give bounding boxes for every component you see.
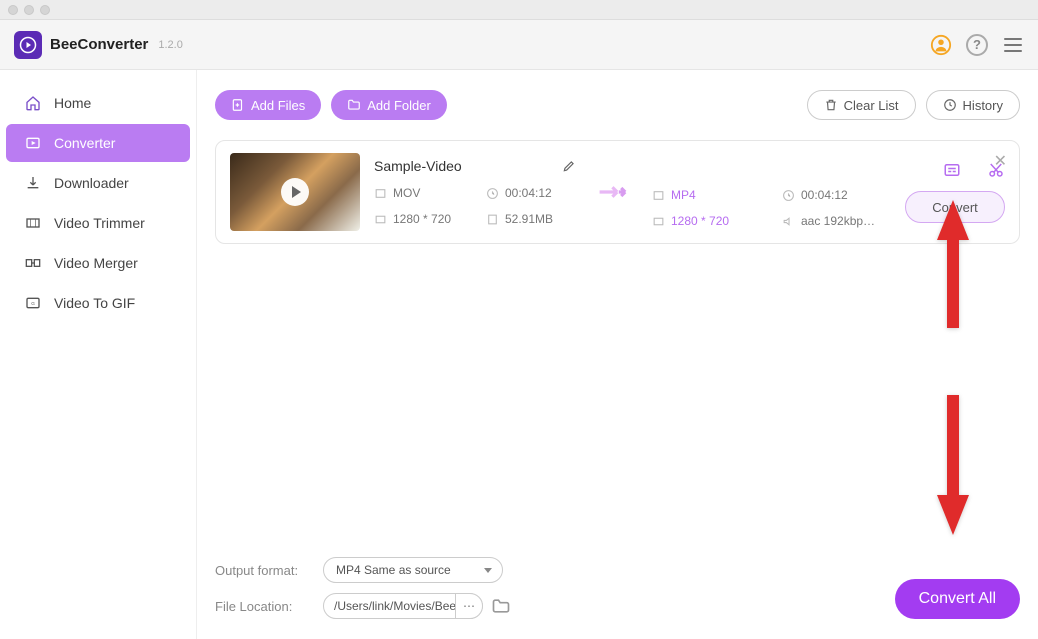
sidebar-item-label: Video Merger (54, 255, 138, 271)
target-format[interactable]: MP4 (671, 188, 696, 202)
user-icon[interactable] (930, 34, 952, 56)
target-resolution[interactable]: 1280 * 720 (671, 214, 729, 228)
audio-icon (782, 215, 795, 228)
file-name: Sample-Video (374, 158, 462, 174)
sidebar-item-label: Converter (54, 135, 115, 151)
main-content: Add Files Add Folder Clear List History (197, 70, 1038, 639)
home-icon (24, 94, 42, 112)
history-icon (943, 98, 957, 112)
target-audio: aac 192kbp… (801, 214, 875, 228)
conversion-arrow-icon (598, 182, 630, 202)
file-location-label: File Location: (215, 599, 305, 614)
video-thumbnail[interactable] (230, 153, 360, 231)
source-resolution: 1280 * 720 (393, 212, 451, 226)
sidebar-item-gif[interactable]: G Video To GIF (6, 284, 190, 322)
gif-icon: G (24, 294, 42, 312)
trimmer-icon (24, 214, 42, 232)
source-duration: 00:04:12 (505, 186, 552, 200)
subtitle-icon[interactable] (943, 161, 961, 179)
file-card: Sample-Video MOV 00:04:12 1280 * 720 52.… (215, 140, 1020, 244)
clear-list-label: Clear List (844, 98, 899, 113)
add-files-button[interactable]: Add Files (215, 90, 321, 120)
window-titlebar (0, 0, 1038, 20)
sidebar: Home Converter Downloader Video Trimmer … (0, 70, 197, 639)
sidebar-item-converter[interactable]: Converter (6, 124, 190, 162)
sidebar-item-label: Downloader (54, 175, 129, 191)
sidebar-item-label: Video Trimmer (54, 215, 145, 231)
trash-icon (824, 98, 838, 112)
annotation-arrow (935, 200, 971, 330)
traffic-light-zoom[interactable] (40, 5, 50, 15)
add-folder-label: Add Folder (367, 98, 431, 113)
open-folder-icon[interactable] (491, 596, 511, 616)
app-version: 1.2.0 (158, 39, 182, 51)
app-name: BeeConverter (50, 36, 148, 53)
clock-icon (486, 187, 499, 200)
resolution-icon (652, 215, 665, 228)
sidebar-item-trimmer[interactable]: Video Trimmer (6, 204, 190, 242)
convert-all-button[interactable]: Convert All (895, 579, 1020, 619)
app-logo (14, 31, 42, 59)
format-icon (374, 187, 387, 200)
add-folder-button[interactable]: Add Folder (331, 90, 447, 120)
size-icon (486, 213, 499, 226)
sidebar-item-label: Home (54, 95, 91, 111)
file-location-field[interactable]: /Users/link/Movies/BeeC ⋯ (323, 593, 483, 619)
sidebar-item-home[interactable]: Home (6, 84, 190, 122)
menu-icon[interactable] (1002, 34, 1024, 56)
resolution-icon (374, 213, 387, 226)
target-duration: 00:04:12 (801, 188, 848, 202)
clock-icon (782, 189, 795, 202)
close-icon[interactable]: ✕ (994, 151, 1007, 171)
download-icon (24, 174, 42, 192)
converter-icon (24, 134, 42, 152)
sidebar-item-merger[interactable]: Video Merger (6, 244, 190, 282)
toolbar: Add Files Add Folder Clear List History (215, 90, 1020, 120)
footer: Output format: MP4 Same as source File L… (215, 557, 1020, 619)
file-plus-icon (231, 98, 245, 112)
svg-text:G: G (31, 301, 35, 306)
more-icon[interactable]: ⋯ (455, 593, 483, 619)
output-format-select[interactable]: MP4 Same as source (323, 557, 503, 583)
sidebar-item-label: Video To GIF (54, 295, 135, 311)
traffic-light-minimize[interactable] (24, 5, 34, 15)
app-header: BeeConverter 1.2.0 ? (0, 20, 1038, 70)
history-label: History (963, 98, 1003, 113)
source-size: 52.91MB (505, 212, 553, 226)
traffic-light-close[interactable] (8, 5, 18, 15)
help-icon[interactable]: ? (966, 34, 988, 56)
edit-name-icon[interactable] (562, 159, 576, 173)
clear-list-button[interactable]: Clear List (807, 90, 916, 120)
output-format-label: Output format: (215, 563, 305, 578)
merger-icon (24, 254, 42, 272)
sidebar-item-downloader[interactable]: Downloader (6, 164, 190, 202)
folder-plus-icon (347, 98, 361, 112)
source-format: MOV (393, 186, 420, 200)
format-icon (652, 189, 665, 202)
play-icon (281, 178, 309, 206)
add-files-label: Add Files (251, 98, 305, 113)
history-button[interactable]: History (926, 90, 1020, 120)
annotation-arrow (935, 395, 971, 535)
